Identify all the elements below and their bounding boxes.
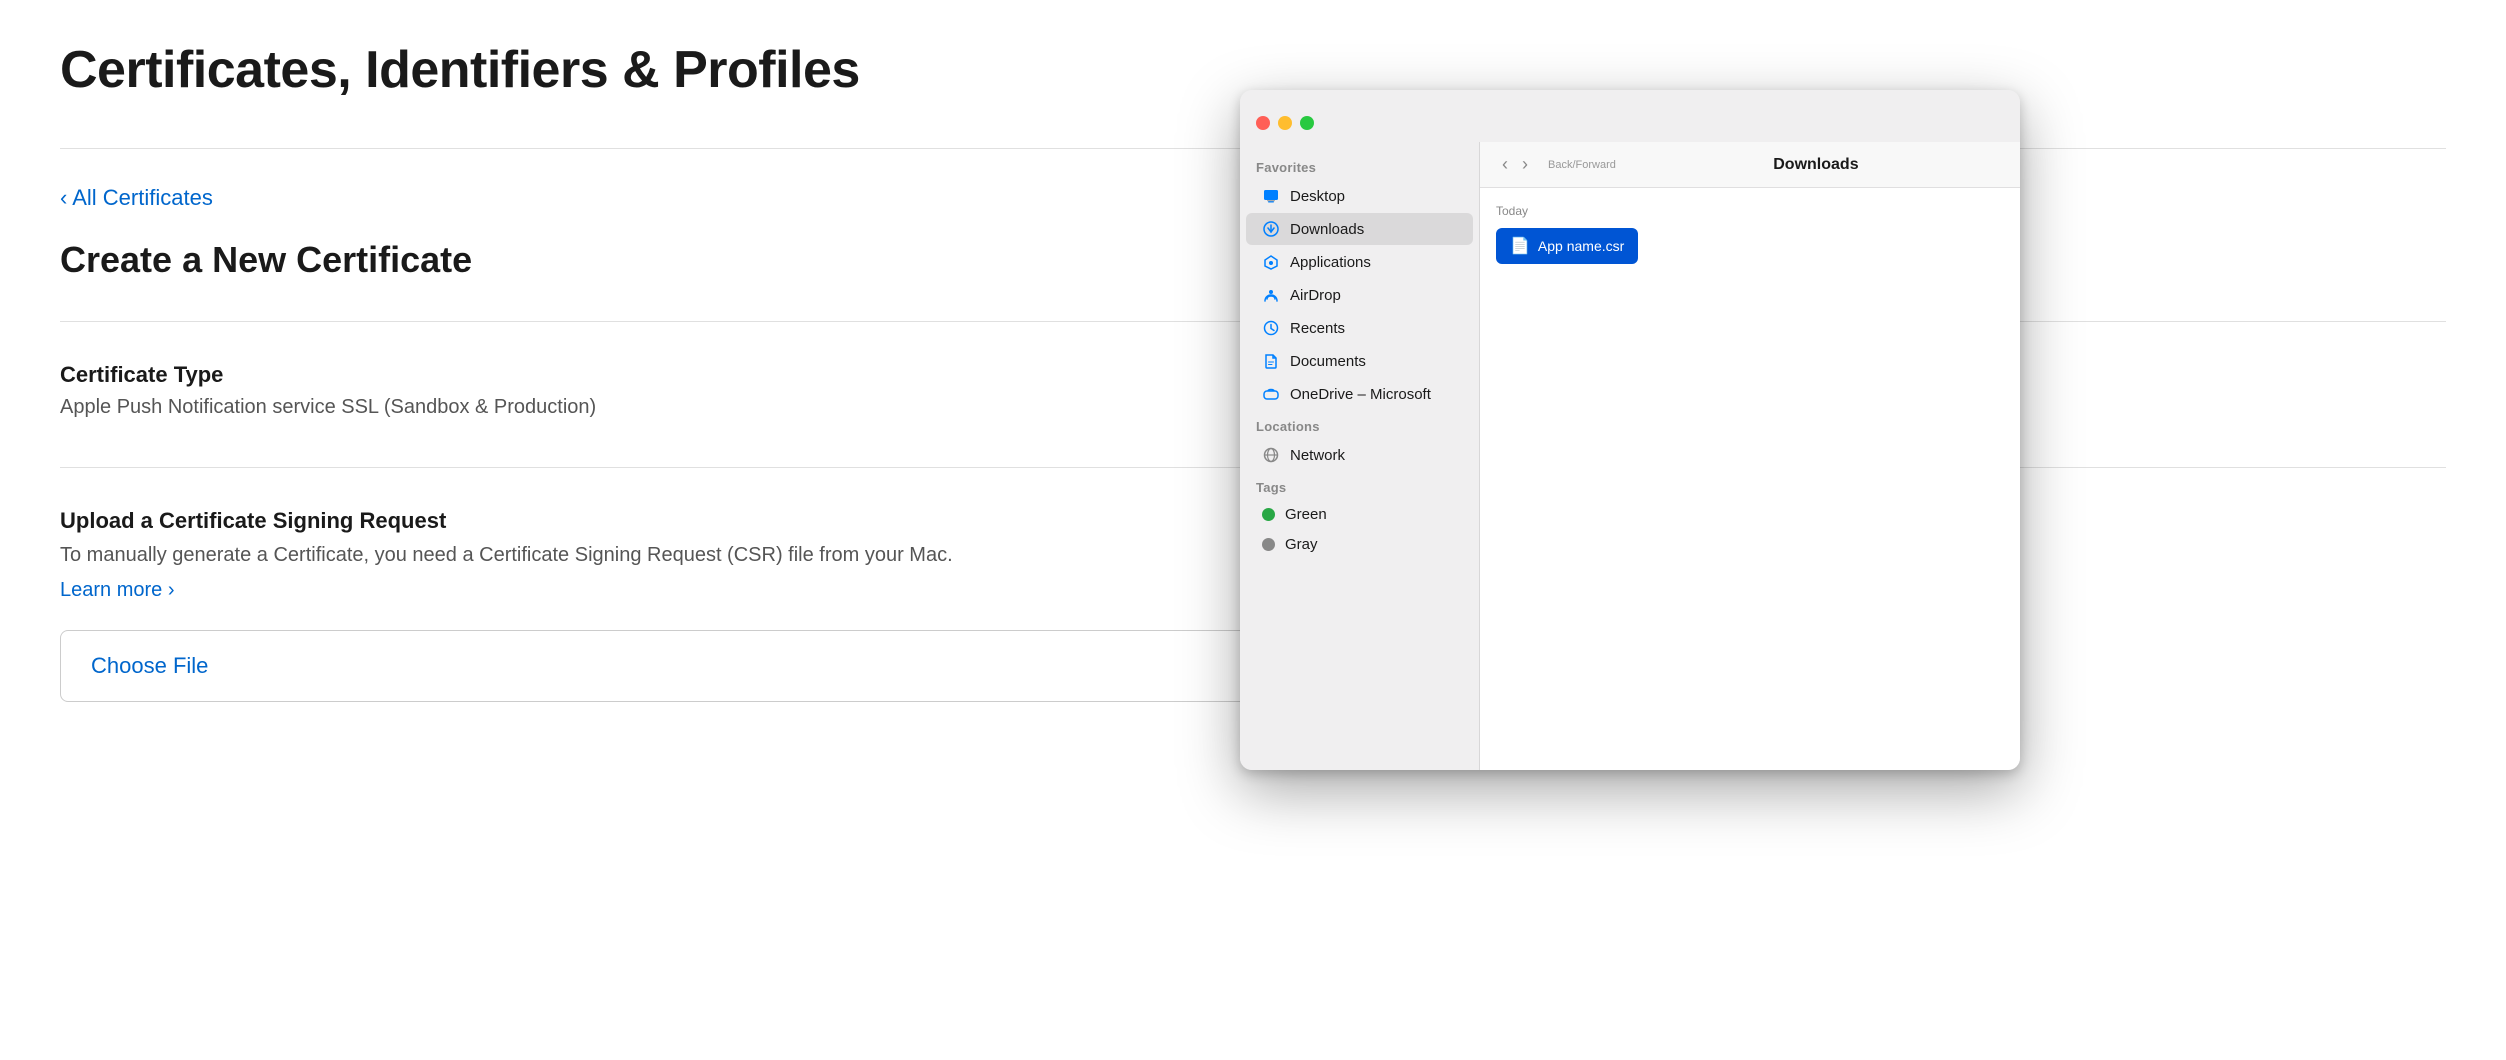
favorites-label: Favorites xyxy=(1240,152,1479,179)
sidebar-recents-label: Recents xyxy=(1290,320,1345,337)
sidebar-item-network[interactable]: Network xyxy=(1246,439,1473,471)
back-button[interactable]: ‹ xyxy=(1496,152,1514,177)
back-forward-label: Back/Forward xyxy=(1548,159,1616,171)
sidebar-network-label: Network xyxy=(1290,447,1345,464)
sidebar-item-documents[interactable]: Documents xyxy=(1246,345,1473,377)
downloads-icon xyxy=(1262,220,1280,238)
tag-green-label: Green xyxy=(1285,506,1327,523)
gray-tag-dot xyxy=(1262,538,1275,551)
onedrive-icon xyxy=(1262,385,1280,403)
finder-titlebar xyxy=(1240,90,2020,142)
sidebar-documents-label: Documents xyxy=(1290,353,1366,370)
documents-icon xyxy=(1262,352,1280,370)
learn-more-link[interactable]: Learn more › xyxy=(60,579,175,602)
tags-label: Tags xyxy=(1240,472,1479,499)
applications-icon xyxy=(1262,253,1280,271)
sidebar-item-applications[interactable]: Applications xyxy=(1246,246,1473,278)
close-button[interactable] xyxy=(1256,116,1270,130)
sidebar-onedrive-label: OneDrive – Microsoft xyxy=(1290,386,1431,403)
tag-item-green[interactable]: Green xyxy=(1246,500,1473,529)
finder-toolbar: ‹ › Back/Forward Downloads xyxy=(1480,142,2020,188)
nav-buttons: ‹ › xyxy=(1496,152,1534,177)
sidebar-item-desktop[interactable]: Desktop xyxy=(1246,180,1473,212)
finder-body: Favorites Desktop xyxy=(1240,142,2020,770)
airdrop-icon xyxy=(1262,286,1280,304)
finder-window: Favorites Desktop xyxy=(1240,90,2020,770)
sidebar-item-recents[interactable]: Recents xyxy=(1246,312,1473,344)
forward-button[interactable]: › xyxy=(1516,152,1534,177)
back-link[interactable]: ‹ All Certificates xyxy=(60,185,213,211)
sidebar-item-onedrive[interactable]: OneDrive – Microsoft xyxy=(1246,378,1473,410)
sidebar-desktop-label: Desktop xyxy=(1290,188,1345,205)
sidebar-item-downloads[interactable]: Downloads xyxy=(1246,213,1473,245)
minimize-button[interactable] xyxy=(1278,116,1292,130)
sidebar-downloads-label: Downloads xyxy=(1290,221,1364,238)
choose-file-button[interactable]: Choose File xyxy=(60,630,1300,702)
today-label: Today xyxy=(1496,204,2004,218)
locations-label: Locations xyxy=(1240,411,1479,438)
green-tag-dot xyxy=(1262,508,1275,521)
file-item-csr[interactable]: 📄 App name.csr xyxy=(1496,228,1638,264)
maximize-button[interactable] xyxy=(1300,116,1314,130)
recents-icon xyxy=(1262,319,1280,337)
window-controls xyxy=(1256,116,1314,130)
file-name: App name.csr xyxy=(1538,238,1624,254)
finder-main: ‹ › Back/Forward Downloads Today 📄 App n… xyxy=(1480,142,2020,770)
sidebar-airdrop-label: AirDrop xyxy=(1290,287,1341,304)
sidebar-applications-label: Applications xyxy=(1290,254,1371,271)
sidebar-item-airdrop[interactable]: AirDrop xyxy=(1246,279,1473,311)
tag-item-gray[interactable]: Gray xyxy=(1246,530,1473,559)
finder-window-title: Downloads xyxy=(1628,156,2004,174)
finder-sidebar: Favorites Desktop xyxy=(1240,142,1480,770)
tag-gray-label: Gray xyxy=(1285,536,1318,553)
finder-content: Today 📄 App name.csr xyxy=(1480,188,2020,770)
desktop-icon xyxy=(1262,187,1280,205)
network-icon xyxy=(1262,446,1280,464)
file-icon: 📄 xyxy=(1510,236,1530,256)
